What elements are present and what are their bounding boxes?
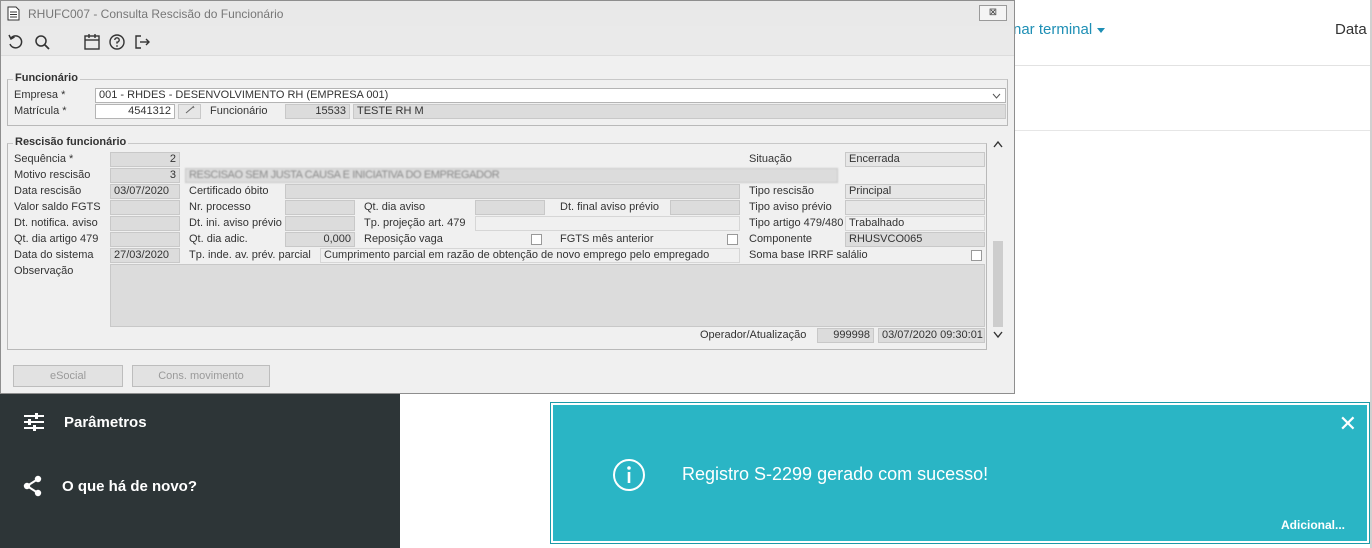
componente-label: Componente <box>749 233 812 245</box>
tp-inde-field: Cumprimento parcial em razão de obtenção… <box>320 248 740 263</box>
sidebar-item-parametros[interactable]: Parâmetros <box>22 412 147 432</box>
window-title: RHUFC007 - Consulta Rescisão do Funcioná… <box>28 7 284 21</box>
tipo-artigo-label: Tipo artigo 479/480 <box>749 217 844 229</box>
vertical-scrollbar[interactable] <box>991 137 1006 345</box>
dt-final-aviso-label: Dt. final aviso prévio <box>560 201 660 213</box>
operador-label: Operador/Atualização <box>700 329 807 341</box>
qt-dia-artigo-field <box>110 232 180 247</box>
info-icon <box>613 459 645 491</box>
success-toast: ✕ Registro S-2299 gerado com sucesso! Ad… <box>550 402 1370 544</box>
tp-inde-label: Tp. inde. av. prév. parcial <box>189 249 311 261</box>
menu-terminal[interactable]: nar terminal <box>1013 21 1106 38</box>
funcionario-name: TESTE RH M <box>353 104 1006 119</box>
data-sistema-field: 27/03/2020 <box>110 248 180 263</box>
tipo-aviso-label: Tipo aviso prévio <box>749 201 832 213</box>
tipo-rescisao-label: Tipo rescisão <box>749 185 815 197</box>
dt-final-aviso-field <box>670 200 740 215</box>
scrollbar-thumb[interactable] <box>993 241 1003 327</box>
empresa-select[interactable]: 001 - RHDES - DESENVOLVIMENTO RH (EMPRES… <box>95 88 1006 103</box>
menu-terminal-label: nar terminal <box>1013 21 1093 38</box>
exit-icon[interactable] <box>133 33 151 51</box>
rescisao-dialog: RHUFC007 - Consulta Rescisão do Funcioná… <box>0 0 1015 394</box>
qt-dia-adic-field: 0,000 <box>285 232 355 247</box>
chevron-down-icon[interactable] <box>992 93 1001 99</box>
tipo-aviso-field <box>845 200 985 215</box>
observacao-field <box>110 264 985 327</box>
empresa-label: Empresa * <box>14 89 66 101</box>
document-icon <box>7 6 20 21</box>
observacao-label: Observação <box>14 265 74 277</box>
operador-field: 999998 <box>817 328 874 343</box>
reposicao-label: Reposição vaga <box>364 233 443 245</box>
sidebar-item-novidades[interactable]: O que há de novo? <box>22 475 197 497</box>
soma-base-checkbox[interactable] <box>971 250 982 261</box>
help-icon[interactable] <box>108 33 126 51</box>
tp-projecao-field <box>475 216 740 231</box>
motivo-field: 3 <box>110 168 180 183</box>
situacao-label: Situação <box>749 153 792 165</box>
qt-dia-artigo-label: Qt. dia artigo 479 <box>14 233 99 245</box>
atualizacao-field: 03/07/2020 09:30:01 <box>878 328 985 343</box>
qt-dia-adic-label: Qt. dia adic. <box>189 233 248 245</box>
sidebar-item-label: Parâmetros <box>64 413 147 431</box>
caret-down-icon <box>1097 27 1106 33</box>
sidebar: Parâmetros O que há de novo? <box>0 393 400 548</box>
dt-notifica-label: Dt. notifica. aviso <box>14 217 98 229</box>
reposicao-checkbox[interactable] <box>531 234 542 245</box>
sequencia-field: 2 <box>110 152 180 167</box>
divider <box>1015 130 1372 131</box>
certificado-label: Certificado óbito <box>189 185 269 197</box>
sidebar-item-label: O que há de novo? <box>62 477 198 495</box>
certificado-field <box>285 184 740 199</box>
matricula-label: Matrícula * <box>14 105 67 117</box>
qt-dia-aviso-label: Qt. dia aviso <box>364 201 426 213</box>
valor-saldo-label: Valor saldo FGTS <box>14 201 101 213</box>
situacao-field: Encerrada <box>845 152 985 167</box>
sliders-icon <box>24 413 44 431</box>
toolbar <box>1 26 1014 56</box>
empresa-value: 001 - RHDES - DESENVOLVIMENTO RH (EMPRES… <box>99 89 389 101</box>
qt-dia-aviso-field <box>475 200 545 215</box>
motivo-label: Motivo rescisão <box>14 169 91 181</box>
close-icon[interactable]: ✕ <box>1339 413 1357 435</box>
chevron-up-icon[interactable] <box>993 140 1003 148</box>
matricula-lookup-button[interactable] <box>178 104 201 119</box>
undo-icon[interactable] <box>7 33 25 51</box>
soma-base-label: Soma base IRRF salálio <box>749 249 868 261</box>
search-icon[interactable] <box>33 33 51 51</box>
share-icon <box>23 475 42 497</box>
group-title: Rescisão funcionário <box>13 136 129 148</box>
valor-saldo-field <box>110 200 180 215</box>
matricula-input[interactable]: 4541312 <box>95 104 175 119</box>
data-sistema-label: Data do sistema <box>14 249 94 261</box>
sequencia-label: Sequência * <box>14 153 74 165</box>
toast-message: Registro S-2299 gerado com sucesso! <box>682 464 989 484</box>
wand-icon <box>185 105 194 114</box>
nr-processo-field <box>285 200 355 215</box>
funcionario-code: 15533 <box>285 104 350 119</box>
menu-data[interactable]: Data d <box>1335 21 1372 38</box>
window-close-button[interactable]: ⊠ <box>979 5 1007 21</box>
tp-projecao-label: Tp. projeção art. 479 <box>364 217 466 229</box>
esocial-button[interactable]: eSocial <box>13 365 123 387</box>
dt-ini-aviso-label: Dt. ini. aviso prévio <box>189 217 282 229</box>
nr-processo-label: Nr. processo <box>189 201 251 213</box>
funcionario-label: Funcionário <box>210 105 268 117</box>
group-title: Funcionário <box>13 72 80 84</box>
tipo-rescisao-field: Principal <box>845 184 985 199</box>
data-rescisao-label: Data rescisão <box>14 185 82 197</box>
componente-field: RHUSVCO065 <box>845 232 985 247</box>
cons-movimento-button[interactable]: Cons. movimento <box>132 365 270 387</box>
motivo-description: RESCISAO SEM JUSTA CAUSA E INICIATIVA DO… <box>185 168 838 183</box>
title-bar: RHUFC007 - Consulta Rescisão do Funcioná… <box>1 1 1014 26</box>
data-rescisao-field: 03/07/2020 <box>110 184 180 199</box>
dt-notifica-field <box>110 216 180 231</box>
fgts-mes-checkbox[interactable] <box>727 234 738 245</box>
toast-more-link[interactable]: Adicional... <box>1281 518 1345 532</box>
chevron-down-icon[interactable] <box>993 331 1003 339</box>
dt-ini-aviso-field <box>285 216 355 231</box>
calendar-icon[interactable] <box>83 33 101 51</box>
tipo-artigo-field: Trabalhado <box>845 216 985 231</box>
fgts-mes-label: FGTS mês anterior <box>560 233 654 245</box>
